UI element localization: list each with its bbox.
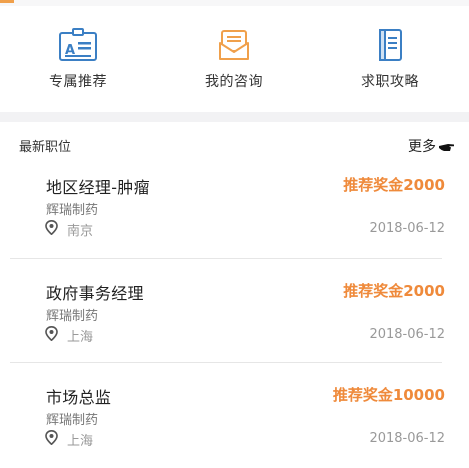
divider [10, 258, 442, 259]
id-card-icon: A [59, 28, 97, 61]
envelope-icon [219, 30, 249, 60]
section-title: 最新职位 [19, 140, 72, 155]
job-item[interactable]: 地区经理-肿瘤 推荐奖金2000 辉瑞制药 南京 2018-06-12 [0, 174, 469, 278]
more-label: 更多 [408, 139, 436, 155]
quick-link-label: 专属推荐 [49, 74, 107, 90]
job-date: 2018-06-12 [369, 431, 445, 446]
divider [10, 362, 442, 363]
job-item[interactable]: 市场总监 推荐奖金10000 辉瑞制药 上海 2018-06-12 [0, 384, 469, 468]
job-item[interactable]: 政府事务经理 推荐奖金2000 辉瑞制药 上海 2018-06-12 [0, 280, 469, 384]
job-company: 辉瑞制药 [46, 203, 99, 218]
location-pin-icon [45, 220, 58, 235]
book-icon [379, 29, 402, 61]
job-title: 地区经理-肿瘤 [46, 178, 150, 197]
job-location: 南京 [67, 224, 94, 239]
quick-links-panel: A 专属推荐 我的咨询 求职攻略 [0, 6, 469, 112]
job-location: 上海 [67, 434, 94, 449]
job-date: 2018-06-12 [369, 221, 445, 236]
top-accent-bar [0, 0, 14, 3]
pointing-hand-icon [439, 144, 454, 151]
quick-link-guide[interactable]: 求职攻略 [312, 28, 468, 91]
quick-link-recommend[interactable]: A 专属推荐 [0, 28, 156, 91]
job-bonus: 推荐奖金2000 [343, 176, 445, 194]
quick-link-label: 求职攻略 [361, 74, 419, 90]
job-title: 政府事务经理 [46, 284, 144, 303]
job-company: 辉瑞制药 [46, 413, 99, 428]
job-bonus: 推荐奖金10000 [332, 386, 445, 404]
quick-link-consult[interactable]: 我的咨询 [156, 28, 312, 91]
job-location: 上海 [67, 330, 94, 345]
location-pin-icon [45, 326, 58, 341]
latest-jobs-panel: 最新职位 更多 地区经理-肿瘤 推荐奖金2000 辉瑞制药 南京 2018-06… [0, 122, 469, 468]
job-title: 市场总监 [46, 388, 112, 407]
quick-link-label: 我的咨询 [205, 74, 263, 90]
job-company: 辉瑞制药 [46, 309, 99, 324]
job-date: 2018-06-12 [369, 327, 445, 342]
location-pin-icon [45, 430, 58, 445]
more-link[interactable]: 更多 [408, 136, 455, 156]
job-bonus: 推荐奖金2000 [343, 282, 445, 300]
